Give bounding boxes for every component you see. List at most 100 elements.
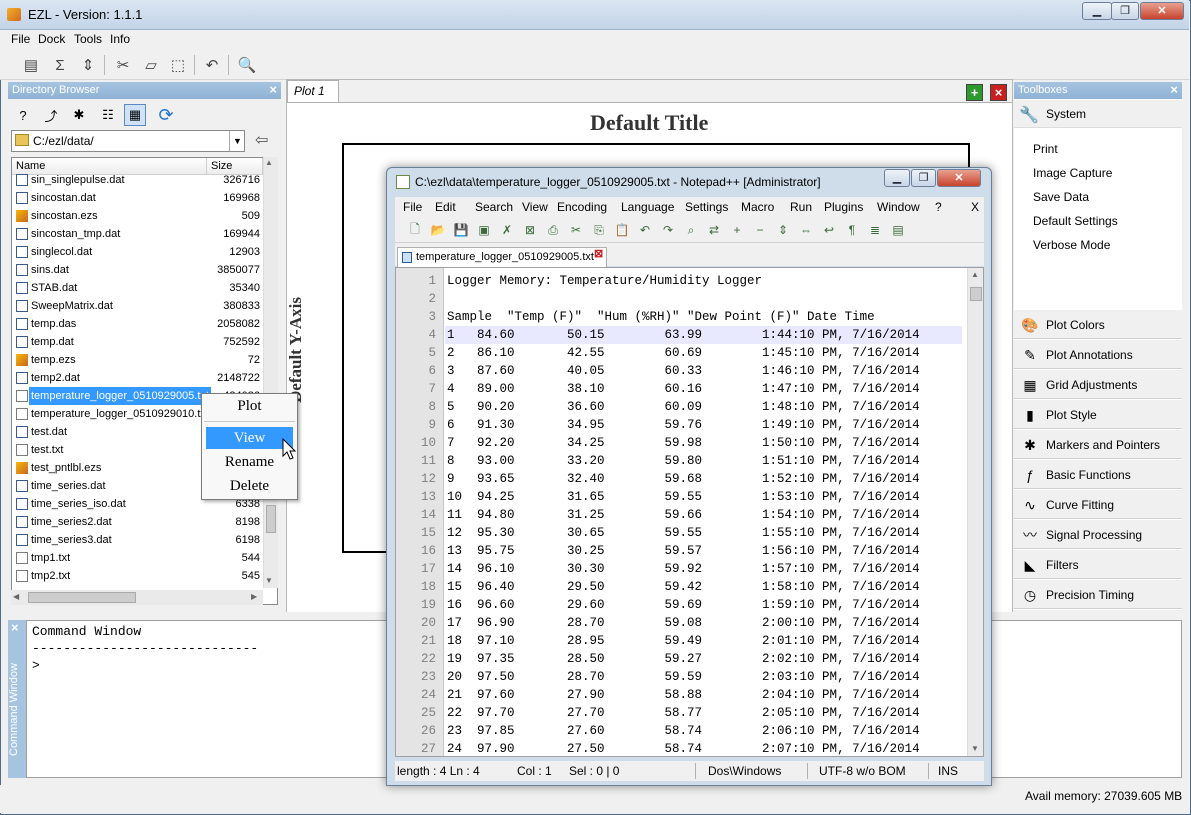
toolbox-plot-colors[interactable]: 🎨 Plot Colors (1014, 309, 1182, 339)
notepad-menu-help[interactable]: ? (935, 200, 942, 214)
sum-formula-icon[interactable]: Σ (48, 53, 72, 77)
file-row[interactable]: STAB.dat 35340 (13, 279, 262, 297)
file-row[interactable]: time_series2.dat 8198 (13, 513, 262, 531)
zoom-out-icon[interactable]: − (750, 220, 770, 240)
notepad-menu-run[interactable]: Run (790, 200, 812, 214)
chevron-down-icon[interactable]: ▼ (229, 131, 245, 151)
file-list-hscrollbar[interactable]: ◀ ▶ (11, 590, 263, 605)
editor-scroll-thumb[interactable] (970, 287, 982, 301)
replace-icon[interactable]: ⇄ (704, 220, 724, 240)
toolbox-markers-and-pointers[interactable]: ✱ Markers and Pointers (1014, 429, 1182, 459)
system-item-image-capture[interactable]: Image Capture (1033, 166, 1112, 180)
menu-info[interactable]: Info (110, 32, 130, 46)
file-row[interactable]: sincostan.ezs 509 (13, 207, 262, 225)
back-arrow-icon[interactable]: ⇦ (255, 130, 268, 150)
file-row[interactable]: temp.ezs 72 (13, 351, 262, 369)
close-icon[interactable]: × (269, 82, 277, 97)
find-icon[interactable]: ⌕ (681, 220, 701, 240)
notepad-minimize-button[interactable]: ▁ (884, 169, 910, 187)
file-row[interactable]: time_series3.dat 6198 (13, 531, 262, 549)
notepad-menu-language[interactable]: Language (621, 200, 674, 214)
remove-plot-icon[interactable]: × (990, 84, 1007, 101)
toolbox-filters[interactable]: ◣ Filters (1014, 549, 1182, 579)
doc-map-icon[interactable]: ▤ (888, 220, 908, 240)
title-bar[interactable]: EZL - Version: 1.1.1 ▁ ❐ ✕ (0, 0, 1189, 30)
scroll-down-icon[interactable]: ▼ (971, 744, 979, 753)
scroll-down-icon[interactable]: ▼ (265, 576, 273, 585)
menu-dock[interactable]: Dock (38, 32, 65, 46)
system-item-default-settings[interactable]: Default Settings (1033, 214, 1118, 228)
sync-v-icon[interactable]: ⇕ (773, 220, 793, 240)
vscroll-thumb[interactable] (266, 505, 276, 533)
toolbox-plot-annotations[interactable]: ✎ Plot Annotations (1014, 339, 1182, 369)
file-list-vscrollbar[interactable]: ▲ ▼ (263, 157, 278, 588)
close-icon[interactable]: ✗ (497, 220, 517, 240)
notepad-menu-search[interactable]: Search (475, 200, 513, 214)
notepad-menu-file[interactable]: File (403, 200, 422, 214)
cut-icon[interactable]: ✂ (111, 53, 135, 77)
system-item-verbose-mode[interactable]: Verbose Mode (1033, 238, 1110, 252)
sync-h-icon[interactable]: ⇔ (796, 220, 816, 240)
file-row[interactable]: singlecol.dat 12903 (13, 243, 262, 261)
hscroll-thumb[interactable] (28, 592, 136, 603)
file-row[interactable]: sincostan.dat 169968 (13, 189, 262, 207)
toolbox-grid-adjustments[interactable]: ▦ Grid Adjustments (1014, 369, 1182, 399)
copy-icon[interactable]: ⎘ (589, 220, 609, 240)
scroll-up-icon[interactable]: ▲ (265, 158, 273, 167)
context-item-plot[interactable]: Plot (204, 395, 295, 417)
notepad-menu-settings[interactable]: Settings (685, 200, 728, 214)
notepad-title-bar[interactable]: C:\ezl\data\temperature_logger_051092900… (387, 168, 991, 196)
undo-icon[interactable]: ↶ (635, 220, 655, 240)
file-row[interactable]: sins.dat 3850077 (13, 261, 262, 279)
context-item-view[interactable]: View (206, 427, 293, 449)
menu-file[interactable]: File (11, 32, 30, 46)
folder-up-icon[interactable]: ⤴ (40, 104, 62, 126)
file-row[interactable]: temp.das 2058082 (13, 315, 262, 333)
close-button[interactable]: ✕ (1140, 2, 1184, 20)
new-icon[interactable]: 🗋 (405, 220, 425, 240)
notepad-menu-encoding[interactable]: Encoding (557, 200, 607, 214)
redo-icon[interactable]: ↷ (658, 220, 678, 240)
file-row[interactable]: tmp1.txt 544 (13, 549, 262, 567)
text-editor[interactable]: 1 2 3 4 5 6 7 8 9 10 11 12 13 14 15 16 17 18 19 20 21 22 23 24 2… (395, 267, 984, 757)
editor-vscrollbar[interactable]: ▲ ▼ (967, 268, 983, 756)
file-row[interactable]: SweepMatrix.dat 380833 (13, 297, 262, 315)
notepad-menu-close[interactable]: X (971, 200, 979, 214)
system-toolbox-header[interactable]: 🔧 System (1014, 100, 1182, 128)
close-all-icon[interactable]: ⊠ (520, 220, 540, 240)
cut-icon[interactable]: ✂ (566, 220, 586, 240)
undo-icon[interactable]: ↶ (200, 53, 224, 77)
toolbox-precision-timing[interactable]: ◷ Precision Timing (1014, 579, 1182, 609)
close-icon[interactable]: × (1170, 82, 1178, 97)
toolbox-plot-style[interactable]: ▮ Plot Style (1014, 399, 1182, 429)
scroll-left-icon[interactable]: ◀ (13, 592, 19, 601)
show-all-icon[interactable]: ¶ (842, 220, 862, 240)
file-row[interactable]: temp.dat 752592 (13, 333, 262, 351)
paste-icon[interactable]: 📋 (612, 220, 632, 240)
maximize-button[interactable]: ❐ (1111, 2, 1139, 20)
new-folder-icon[interactable]: ✱ (68, 104, 90, 126)
scroll-right-icon[interactable]: ▶ (251, 592, 257, 601)
file-row[interactable]: temp2.dat 2148722 (13, 369, 262, 387)
notepad-maximize-button[interactable]: ❐ (911, 169, 936, 187)
eraser-icon[interactable]: ▱ (139, 53, 163, 77)
system-item-print[interactable]: Print (1033, 142, 1058, 156)
device-icon[interactable]: ▤ (19, 53, 43, 77)
notepad-menu-window[interactable]: Window (877, 200, 920, 214)
indent-icon[interactable]: ≣ (865, 220, 885, 240)
list-view-icon[interactable]: ☷ (97, 104, 119, 126)
open-icon[interactable]: 📂 (428, 220, 448, 240)
select-rect-icon[interactable]: ⬚ (166, 53, 190, 77)
adjust-icon[interactable]: ⇕ (76, 53, 100, 77)
minimize-button[interactable]: ▁ (1082, 2, 1112, 20)
add-plot-icon[interactable]: + (966, 84, 983, 101)
notepad-tab[interactable]: temperature_logger_0510929005.txt ⊠ (397, 247, 607, 267)
notepad-menu-edit[interactable]: Edit (435, 200, 456, 214)
context-item-delete[interactable]: Delete (204, 475, 295, 497)
notepad-menu-plugins[interactable]: Plugins (824, 200, 863, 214)
zoom-icon[interactable]: 🔍 (235, 53, 259, 77)
wrap-icon[interactable]: ↩ (819, 220, 839, 240)
toolbox-signal-processing[interactable]: 〰 Signal Processing (1014, 519, 1182, 549)
file-row[interactable]: sincostan_tmp.dat 169944 (13, 225, 262, 243)
zoom-in-icon[interactable]: + (727, 220, 747, 240)
